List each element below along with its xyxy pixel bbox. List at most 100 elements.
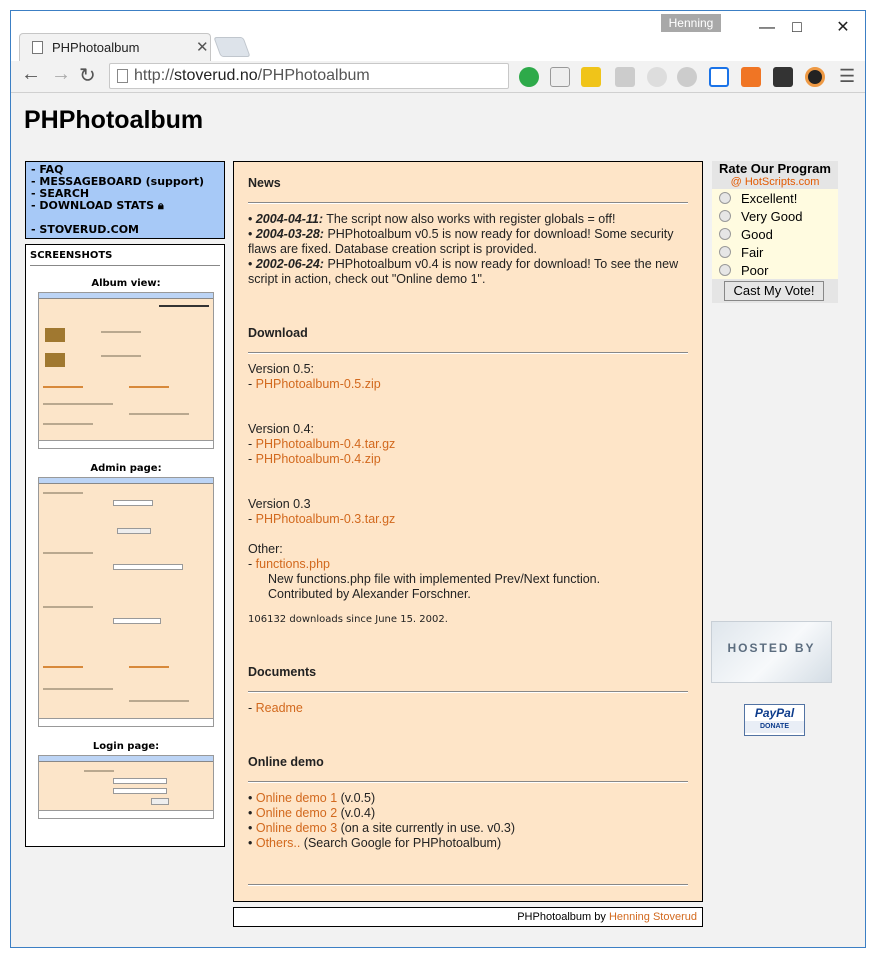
hotscripts-link[interactable]: @ HotScripts.com bbox=[712, 176, 838, 188]
url-text: http://stoverud.no/PHPhotoalbum bbox=[134, 67, 370, 84]
menu-icon[interactable]: ☰ bbox=[839, 66, 855, 87]
readme-link[interactable]: Readme bbox=[256, 701, 303, 715]
donate-label: DONATE bbox=[745, 721, 804, 733]
rating-heading: Rate Our Program @ HotScripts.com bbox=[712, 161, 838, 189]
new-tab-button[interactable] bbox=[213, 37, 251, 57]
title-bar: Henning — □ ✕ PHPhotoalbum ✕ bbox=[11, 11, 865, 61]
vote-option-very-good[interactable]: Very Good bbox=[719, 209, 802, 224]
demo-link-others[interactable]: Others.. bbox=[256, 836, 300, 850]
maximize-icon[interactable]: □ bbox=[777, 15, 817, 41]
evernote-icon[interactable] bbox=[519, 67, 539, 87]
download-link-05-zip[interactable]: PHPhotoalbum-0.5.zip bbox=[256, 377, 381, 391]
browser-toolbar: ← → ↻ http://stoverud.no/PHPhotoalbum ☰ bbox=[11, 61, 865, 93]
demo-link-1[interactable]: Online demo 1 bbox=[256, 791, 337, 805]
page-title: PHPhotoalbum bbox=[24, 106, 204, 134]
nav-item-download-stats[interactable]: - DOWNLOAD STATS 🔒︎ bbox=[31, 200, 219, 212]
paypal-donate-button[interactable]: PayPal DONATE bbox=[744, 704, 805, 736]
back-icon[interactable]: ← bbox=[21, 63, 41, 86]
cast-vote-button[interactable]: Cast My Vote! bbox=[724, 281, 824, 301]
admin-page-thumbnail[interactable] bbox=[38, 477, 214, 727]
demo-item: • Online demo 3 (on a site currently in … bbox=[248, 821, 516, 835]
news-heading: News bbox=[248, 176, 281, 190]
demo-item: • Others.. (Search Google for PHPhotoalb… bbox=[248, 836, 502, 850]
hosted-by-badge[interactable]: HOSTED BY bbox=[711, 621, 832, 683]
main-content: News • 2004-04-11: The script now also w… bbox=[233, 161, 703, 902]
radio-button[interactable] bbox=[719, 246, 731, 258]
nav-menu: - FAQ - MESSAGEBOARD (support) - SEARCH … bbox=[25, 161, 225, 239]
paypal-logo: PayPal bbox=[754, 706, 795, 720]
vote-option-poor[interactable]: Poor bbox=[719, 263, 768, 278]
login-page-label: Login page: bbox=[92, 741, 160, 752]
refresh-ext-icon[interactable] bbox=[647, 67, 667, 87]
login-page-thumbnail[interactable] bbox=[38, 755, 214, 819]
download-link-04-targz[interactable]: PHPhotoalbum-0.4.tar.gz bbox=[256, 437, 396, 451]
download-link-03-targz[interactable]: PHPhotoalbum-0.3.tar.gz bbox=[256, 512, 396, 526]
footer-text: PHPhotoalbum by bbox=[517, 911, 609, 923]
ruler-icon[interactable] bbox=[581, 67, 601, 87]
other-label: Other: bbox=[248, 542, 283, 556]
screenshots-heading: SCREENSHOTS bbox=[30, 250, 113, 261]
online-demo-heading: Online demo bbox=[248, 755, 324, 769]
divider bbox=[248, 884, 688, 886]
rating-widget: Rate Our Program @ HotScripts.com Excell… bbox=[712, 161, 838, 303]
author-link[interactable]: Henning Stoverud bbox=[609, 911, 697, 923]
circle-ext-icon[interactable] bbox=[677, 67, 697, 87]
stack-ext-icon[interactable] bbox=[741, 67, 761, 87]
profile-badge[interactable]: Henning bbox=[661, 14, 721, 32]
download-line: - PHPhotoalbum-0.5.zip bbox=[248, 377, 381, 391]
download-line: - PHPhotoalbum-0.4.zip bbox=[248, 452, 381, 466]
forward-icon[interactable]: → bbox=[51, 63, 71, 86]
web-page: PHPhotoalbum - FAQ - MESSAGEBOARD (suppo… bbox=[11, 93, 865, 947]
close-window-icon[interactable]: ✕ bbox=[823, 15, 863, 41]
documents-line: - Readme bbox=[248, 701, 303, 715]
demo-item: • Online demo 2 (v.0.4) bbox=[248, 806, 376, 820]
lock-icon: 🔒︎ bbox=[157, 199, 164, 212]
color-ext-icon[interactable] bbox=[805, 67, 825, 87]
vote-footer: Cast My Vote! bbox=[712, 279, 838, 303]
address-bar[interactable]: http://stoverud.no/PHPhotoalbum bbox=[109, 63, 509, 89]
album-view-thumbnail[interactable] bbox=[38, 292, 214, 449]
radio-button[interactable] bbox=[719, 228, 731, 240]
vote-option-excellent[interactable]: Excellent! bbox=[719, 191, 797, 206]
page-icon bbox=[32, 41, 43, 54]
download-link-04-zip[interactable]: PHPhotoalbum-0.4.zip bbox=[256, 452, 381, 466]
radio-button[interactable] bbox=[719, 192, 731, 204]
radio-button[interactable] bbox=[719, 264, 731, 276]
demo-link-2[interactable]: Online demo 2 bbox=[256, 806, 337, 820]
page-info-icon[interactable] bbox=[117, 69, 128, 83]
version-03-label: Version 0.3 bbox=[248, 497, 311, 511]
divider bbox=[248, 781, 688, 783]
camera-icon[interactable] bbox=[615, 67, 635, 87]
reload-icon[interactable]: ↻ bbox=[79, 63, 96, 88]
code-ext-icon[interactable] bbox=[709, 67, 729, 87]
divider bbox=[30, 265, 220, 266]
dots-ext-icon[interactable] bbox=[773, 67, 793, 87]
version-05-label: Version 0.5: bbox=[248, 362, 315, 376]
download-line: - functions.php bbox=[248, 557, 330, 571]
page-footer: PHPhotoalbum by Henning Stoverud bbox=[233, 907, 703, 927]
news-item: • 2002-06-24: PHPhotoalbum v0.4 is now r… bbox=[248, 257, 679, 286]
close-tab-icon[interactable]: ✕ bbox=[196, 38, 209, 56]
album-view-label: Album view: bbox=[91, 278, 161, 289]
nav-item-stoverud[interactable]: - STOVERUD.COM bbox=[31, 224, 219, 236]
tab-title: PHPhotoalbum bbox=[52, 40, 140, 55]
news-item: • 2004-04-11: The script now also works … bbox=[248, 212, 616, 226]
demo-item: • Online demo 1 (v.0.5) bbox=[248, 791, 376, 805]
clipboard-icon[interactable] bbox=[550, 67, 570, 87]
download-stats: 106132 downloads since June 15. 2002. bbox=[248, 614, 448, 625]
version-04-label: Version 0.4: bbox=[248, 422, 315, 436]
vote-option-fair[interactable]: Fair bbox=[719, 245, 763, 260]
documents-heading: Documents bbox=[248, 665, 317, 679]
radio-button[interactable] bbox=[719, 210, 731, 222]
demo-link-3[interactable]: Online demo 3 bbox=[256, 821, 337, 835]
functions-credit: Contributed by Alexander Forschner. bbox=[268, 587, 471, 601]
news-item: • 2004-03-28: PHPhotoalbum v0.5 is now r… bbox=[248, 227, 674, 256]
download-line: - PHPhotoalbum-0.4.tar.gz bbox=[248, 437, 396, 451]
screenshots-panel: SCREENSHOTS Album view: Admin page: Logi… bbox=[25, 244, 225, 847]
download-heading: Download bbox=[248, 326, 308, 340]
browser-tab[interactable]: PHPhotoalbum ✕ bbox=[19, 33, 211, 61]
browser-window: Henning — □ ✕ PHPhotoalbum ✕ ← → ↻ http:… bbox=[10, 10, 866, 948]
functions-desc: New functions.php file with implemented … bbox=[268, 572, 601, 586]
functions-php-link[interactable]: functions.php bbox=[256, 557, 330, 571]
vote-option-good[interactable]: Good bbox=[719, 227, 773, 242]
